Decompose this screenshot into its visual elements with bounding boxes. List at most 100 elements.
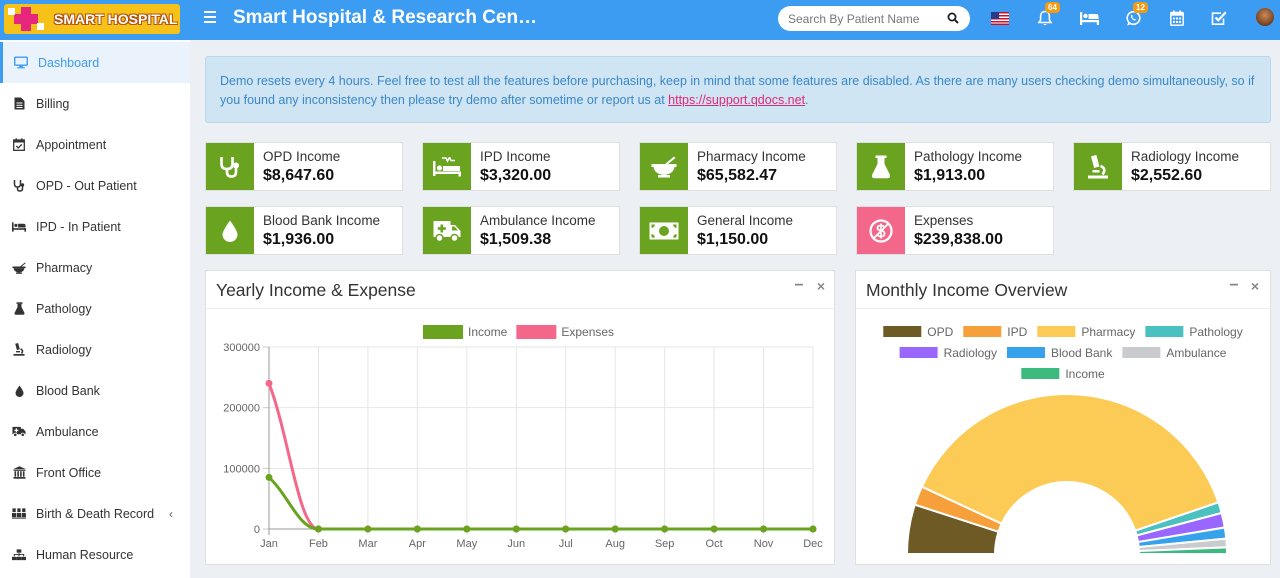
whatsapp-icon[interactable]: 12 [1125, 2, 1148, 28]
sidebar-item-pharmacy[interactable]: Pharmacy [0, 247, 190, 288]
sidebar-item-label: Birth & Death Record [36, 506, 155, 521]
card-blood-bank-income[interactable]: Blood Bank Income $1,936.00 [205, 206, 403, 255]
top-header: SMART HOSPITAL Smart Hospital & Research… [0, 0, 1280, 40]
search-input[interactable] [788, 10, 938, 27]
data-point [661, 525, 669, 533]
chevron-left-icon[interactable]: ‹ [169, 507, 173, 521]
legend-swatch [1006, 347, 1045, 358]
card-pharmacy-income[interactable]: Pharmacy Income $65,582.47 [639, 142, 837, 191]
legend-swatch [899, 347, 938, 358]
sidebar: Dashboard Billing Appointment OPD - Out … [0, 40, 190, 578]
menu-toggle-icon[interactable] [204, 11, 216, 25]
sidebar-item-billing[interactable]: Billing [0, 83, 190, 124]
card-ipd-income[interactable]: IPD Income $3,320.00 [422, 142, 620, 191]
series-line-income [267, 476, 813, 531]
card-label: Expenses [914, 213, 974, 228]
card-value: $1,150.00 [697, 231, 769, 248]
data-point [512, 525, 520, 533]
card-label: Blood Bank Income [263, 213, 381, 228]
close-button[interactable]: × [815, 279, 827, 293]
card-expenses[interactable]: Expenses $239,838.00 [856, 206, 1054, 255]
x-tick-label: Feb [309, 538, 328, 550]
ambulance-icon [12, 425, 26, 439]
notification-badge: 64 [1045, 2, 1060, 13]
x-tick-label: Apr [409, 538, 426, 550]
sidebar-item-opd[interactable]: OPD - Out Patient [0, 165, 190, 206]
bell-icon[interactable]: 64 [1037, 2, 1060, 28]
search-icon[interactable] [947, 12, 959, 24]
data-point [562, 525, 570, 533]
legend-swatch [423, 325, 463, 339]
legend-label: Income [468, 325, 508, 339]
data-point [611, 525, 619, 533]
calendar-icon[interactable] [1170, 10, 1184, 26]
x-tick-label: Jul [559, 538, 573, 550]
sidebar-item-dashboard[interactable]: Dashboard [0, 42, 190, 83]
sidebar-item-human-resource[interactable]: Human Resource [0, 534, 190, 575]
app-title: Smart Hospital & Research Cen… [233, 7, 538, 28]
card-radiology-income[interactable]: Radiology Income $2,552.60 [1073, 142, 1271, 191]
tint-icon [12, 384, 26, 398]
card-label: OPD Income [263, 149, 341, 164]
card-value: $1,913.00 [914, 167, 986, 184]
sidebar-item-birth-death[interactable]: Birth & Death Record ‹ [0, 493, 190, 534]
card-value: $1,936.00 [263, 231, 335, 248]
legend-swatch [1145, 326, 1184, 337]
card-ambulance-income[interactable]: Ambulance Income $1,509.38 [422, 206, 620, 255]
stethoscope-icon [12, 179, 26, 193]
legend-label: Blood Bank [1051, 346, 1113, 360]
card-label: Pathology Income [914, 149, 1023, 164]
legend-label: Expenses [561, 325, 614, 339]
logo-cross-icon [4, 4, 50, 34]
legend-label: Ambulance [1166, 346, 1226, 360]
bed-icon[interactable] [1080, 12, 1099, 25]
data-point [760, 525, 768, 533]
dollar-slash-icon [857, 207, 905, 254]
data-point [265, 473, 273, 481]
card-label: Ambulance Income [480, 213, 596, 228]
data-point [265, 379, 273, 387]
data-point [413, 525, 421, 533]
sidebar-item-front-office[interactable]: Front Office [0, 452, 190, 493]
card-opd-income[interactable]: OPD Income $8,647.60 [205, 142, 403, 191]
bed-icon [12, 220, 26, 234]
sidebar-item-label: Front Office [36, 465, 102, 480]
sidebar-item-label: OPD - Out Patient [36, 178, 137, 193]
card-label: IPD Income [480, 149, 551, 164]
minimize-button[interactable]: − [793, 278, 805, 294]
legend-label: Pathology [1189, 325, 1242, 339]
close-button[interactable]: × [1249, 279, 1261, 293]
alert-suffix: . [805, 92, 809, 107]
tint-icon [206, 207, 254, 254]
procedures-icon [423, 143, 471, 190]
card-general-income[interactable]: General Income $1,150.00 [639, 206, 837, 255]
support-link[interactable]: https://support.qdocs.net [668, 93, 805, 107]
card-value: $8,647.60 [263, 167, 335, 184]
card-pathology-income[interactable]: Pathology Income $1,913.00 [856, 142, 1054, 191]
microscope-icon [12, 343, 26, 357]
y-tick-label: 300000 [223, 342, 260, 354]
checkbox-icon[interactable] [1211, 10, 1227, 26]
sidebar-item-pathology[interactable]: Pathology [0, 288, 190, 329]
x-tick-label: Aug [605, 538, 625, 550]
data-point [314, 525, 322, 533]
y-tick-label: 100000 [223, 463, 260, 475]
avatar[interactable] [1256, 8, 1274, 26]
data-point [809, 525, 817, 533]
sidebar-item-ambulance[interactable]: Ambulance [0, 411, 190, 452]
card-value: $239,838.00 [914, 231, 1003, 248]
sidebar-item-ipd[interactable]: IPD - In Patient [0, 206, 190, 247]
logo[interactable]: SMART HOSPITAL [4, 4, 180, 34]
flag-us-icon[interactable] [991, 12, 1009, 25]
ambulance-icon [423, 207, 471, 254]
sidebar-item-radiology[interactable]: Radiology [0, 329, 190, 370]
card-label: General Income [697, 213, 794, 228]
sidebar-item-blood-bank[interactable]: Blood Bank [0, 370, 190, 411]
money-bill-icon [640, 207, 688, 254]
sidebar-item-appointment[interactable]: Appointment [0, 124, 190, 165]
minimize-button[interactable]: − [1228, 278, 1240, 294]
sitemap-icon [12, 548, 26, 562]
card-value: $65,582.47 [697, 167, 778, 184]
x-tick-label: Sep [655, 538, 675, 550]
x-tick-label: Nov [754, 538, 774, 550]
